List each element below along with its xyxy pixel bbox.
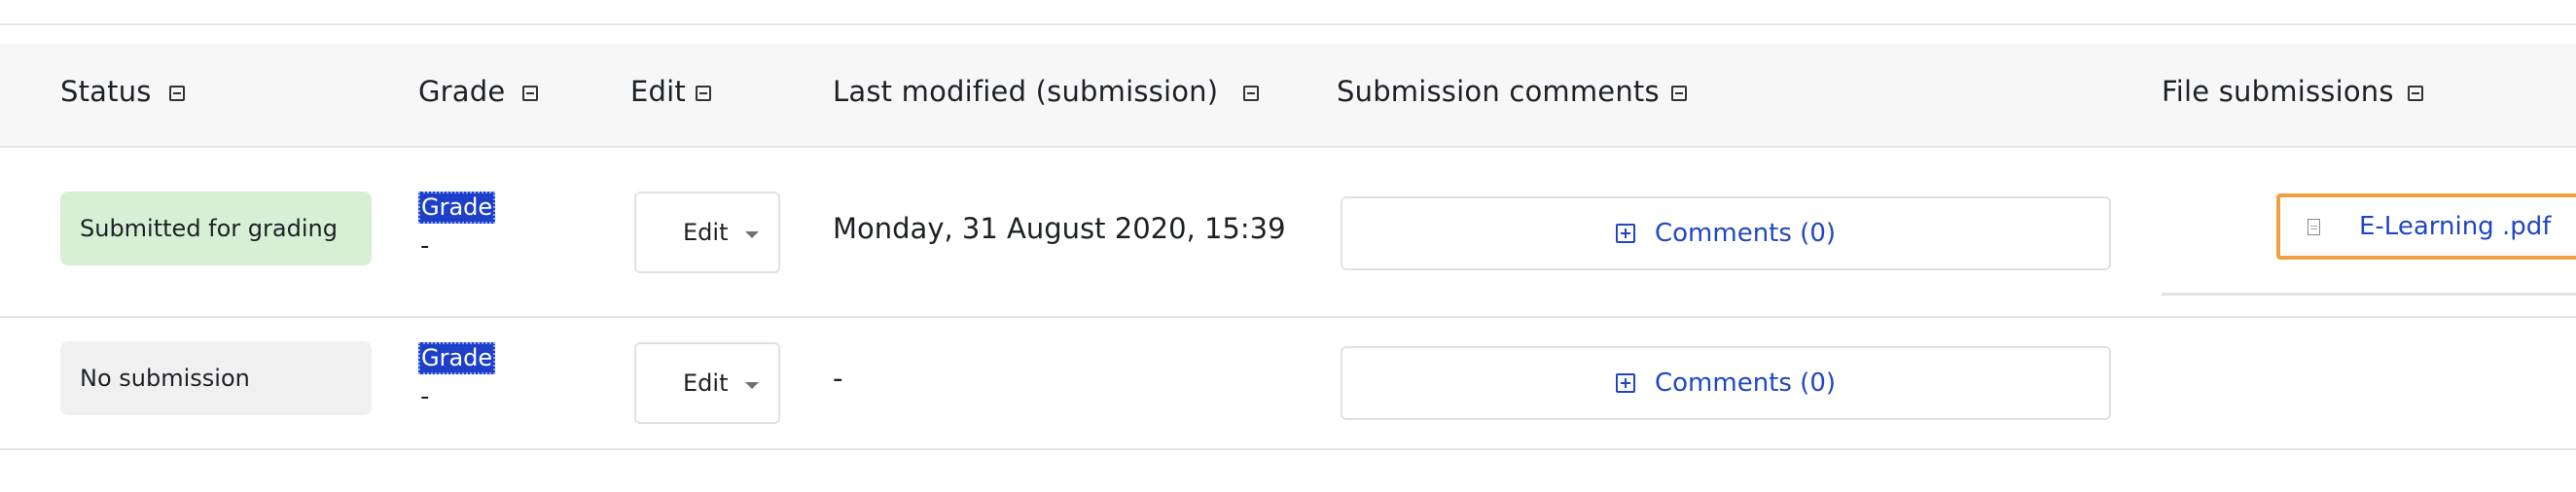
- comments-label: Comments (0): [1654, 369, 1837, 398]
- collapse-column-status-icon[interactable]: [168, 86, 185, 101]
- comments-label: Comments (0): [1654, 219, 1837, 248]
- collapse-column-edit-icon[interactable]: [695, 86, 711, 101]
- row-divider: [0, 316, 2576, 318]
- column-header-grade-label: Grade: [418, 75, 506, 108]
- status-text: Submitted for grading: [80, 215, 338, 242]
- last-modified-value: -: [833, 362, 843, 395]
- column-header-last-modified-label: Last modified (submission): [833, 75, 1219, 108]
- column-header-file-submissions: File submissions: [2162, 71, 2423, 112]
- status-badge: No submission: [60, 341, 372, 415]
- document-icon: [2308, 218, 2320, 235]
- grade-link[interactable]: Grade: [418, 342, 496, 374]
- file-divider: [2162, 293, 2576, 296]
- grade-value: -: [420, 231, 430, 261]
- column-header-file-submissions-label: File submissions: [2162, 75, 2394, 108]
- status-text: No submission: [80, 365, 250, 392]
- file-submission-link[interactable]: E-Learning .pdf: [2276, 193, 2576, 260]
- grade-link[interactable]: Grade: [418, 192, 496, 224]
- column-header-grade: Grade: [418, 71, 539, 112]
- edit-button-label: Edit: [683, 219, 729, 246]
- caret-down-icon: [745, 231, 759, 238]
- plus-square-icon: [1615, 224, 1635, 243]
- status-badge: Submitted for grading: [60, 192, 372, 265]
- last-modified-value: Monday, 31 August 2020, 15:39: [833, 212, 1286, 245]
- column-header-last-modified: Last modified (submission): [833, 71, 1260, 112]
- collapse-column-submission-comments-icon[interactable]: [1670, 86, 1687, 101]
- top-divider: [0, 0, 2576, 25]
- collapse-column-file-submissions-icon[interactable]: [2407, 86, 2423, 101]
- row-divider: [0, 448, 2576, 450]
- collapse-column-last-modified-icon[interactable]: [1243, 86, 1260, 101]
- caret-down-icon: [745, 382, 759, 389]
- comments-toggle[interactable]: Comments (0): [1341, 196, 2111, 270]
- column-header-status: Status: [60, 71, 185, 112]
- plus-square-icon: [1615, 373, 1635, 393]
- edit-dropdown-button[interactable]: Edit: [634, 192, 780, 273]
- column-header-submission-comments: Submission comments: [1337, 71, 1687, 112]
- collapse-column-grade-icon[interactable]: [522, 86, 539, 101]
- comments-toggle[interactable]: Comments (0): [1341, 346, 2111, 420]
- file-name: E-Learning .pdf: [2359, 212, 2552, 241]
- edit-dropdown-button[interactable]: Edit: [634, 342, 780, 424]
- edit-button-label: Edit: [683, 369, 729, 397]
- grade-value: -: [420, 382, 430, 411]
- column-header-edit-label: Edit: [630, 75, 686, 108]
- column-header-status-label: Status: [60, 75, 152, 108]
- column-header-edit: Edit: [630, 71, 711, 112]
- column-header-submission-comments-label: Submission comments: [1337, 75, 1660, 108]
